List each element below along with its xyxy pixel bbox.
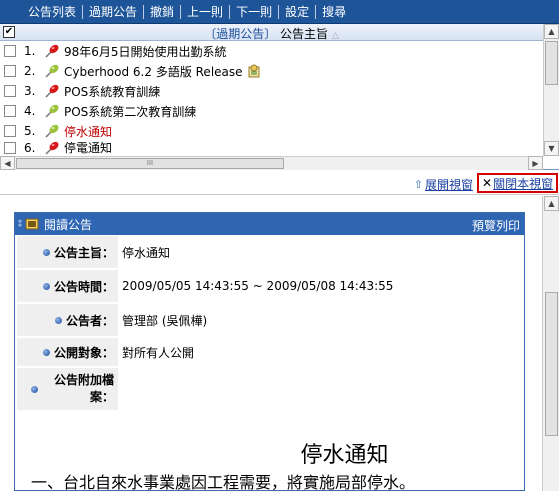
detail-vertical-scrollbar[interactable]: ▲ — [542, 196, 559, 491]
menu-separator — [82, 4, 84, 19]
row-title[interactable]: 停電通知 — [64, 139, 112, 156]
red-pin-icon — [45, 44, 59, 58]
bullet-icon — [42, 248, 50, 256]
subject-value: 停水通知 — [118, 236, 522, 268]
audience-label: 公開對象： — [17, 338, 118, 366]
menu-announcement-list[interactable]: 公告列表 — [24, 0, 80, 24]
row-title[interactable]: POS系統第二次教育訓練 — [64, 103, 196, 120]
list-header-title[interactable]: 〔過期公告〕 公告主旨 △ — [0, 25, 543, 42]
subject-label: 公告主旨： — [17, 236, 118, 268]
time-value: 2009/05/05 14:43:55 ~ 2009/05/08 14:43:5… — [118, 270, 522, 302]
audience-value: 對所有人公開 — [118, 338, 522, 366]
sort-icon[interactable]: △ — [332, 31, 339, 41]
scroll-left-arrow-icon[interactable]: ◀ — [0, 156, 15, 170]
list-vertical-scrollbar[interactable]: ▲ ▼ — [543, 24, 559, 156]
read-announcement-panel: ⁑ 閱讀公告 預覽列印 公告主旨： 停水通知 公告時間： 2009/05/05 … — [14, 212, 525, 491]
publisher-label: 公告者： — [17, 304, 118, 336]
green-pin-icon — [45, 124, 59, 138]
scroll-thumb[interactable] — [545, 292, 558, 436]
menu-settings[interactable]: 設定 — [281, 0, 313, 24]
close-window-link[interactable]: 關閉本視窗 — [493, 175, 553, 192]
menu-separator — [315, 4, 317, 19]
info-row-subject: 公告主旨： 停水通知 — [17, 236, 522, 270]
top-menu-bar: 公告列表 過期公告 撤銷 上一則 下一則 設定 搜尋 — [0, 0, 559, 24]
bullet-icon — [31, 385, 38, 393]
row-number: 5. — [24, 124, 36, 138]
list-header: ✔ 〔過期公告〕 公告主旨 △ — [0, 24, 543, 41]
scroll-right-arrow-icon[interactable]: ▶ — [528, 156, 543, 170]
content-paragraph: 一、台北自來水事業處因工程需要，將實施局部停水。 — [31, 473, 416, 491]
list-item[interactable]: 1. 98年6月5日開始使用出勤系統 — [0, 41, 543, 61]
green-pin-icon — [45, 64, 59, 78]
row-number: 2. — [24, 64, 36, 78]
menu-separator — [229, 4, 231, 19]
attachment-value — [118, 368, 522, 410]
scroll-up-arrow-icon[interactable]: ▲ — [544, 24, 559, 39]
print-preview-link[interactable]: 預覽列印 — [472, 217, 520, 234]
content-title: 停水通知 — [300, 443, 389, 468]
scroll-thumb[interactable] — [545, 41, 558, 85]
close-window-control[interactable]: ✕ 關閉本視窗 — [477, 173, 558, 193]
attachment-icon — [248, 64, 260, 78]
row-checkbox[interactable] — [4, 45, 16, 57]
menu-separator — [143, 4, 145, 19]
menu-separator — [180, 4, 182, 19]
info-row-publisher: 公告者： 管理部 (吳佩樺) — [17, 304, 522, 338]
row-title[interactable]: 98年6月5日開始使用出勤系統 — [64, 43, 227, 60]
announcement-detail-pane: ⁑ 閱讀公告 預覽列印 公告主旨： 停水通知 公告時間： 2009/05/05 … — [0, 196, 559, 491]
document-icon — [25, 218, 39, 230]
row-number: 3. — [24, 84, 36, 98]
announcement-list-pane: ✔ 〔過期公告〕 公告主旨 △ 1. 98年6月5日開始使用出勤系統 2. Cy… — [0, 24, 559, 170]
header-category: 〔過期公告〕 — [204, 27, 277, 41]
list-item[interactable]: 5. 停水通知 — [0, 121, 543, 141]
red-pin-icon — [45, 84, 59, 98]
row-number: 1. — [24, 44, 36, 58]
info-row-attachment: 公告附加檔案： — [17, 368, 522, 412]
expand-window-link[interactable]: 展開視窗 — [425, 176, 473, 193]
time-label: 公告時間： — [17, 270, 118, 302]
menu-next[interactable]: 下一則 — [232, 0, 276, 24]
list-item[interactable]: 2. Cyberhood 6.2 多語版 Release — [0, 61, 543, 81]
menu-revoke[interactable]: 撤銷 — [146, 0, 178, 24]
scroll-down-arrow-icon[interactable]: ▼ — [544, 141, 559, 156]
info-row-time: 公告時間： 2009/05/05 14:43:55 ~ 2009/05/08 1… — [17, 270, 522, 304]
announcement-info-table: 公告主旨： 停水通知 公告時間： 2009/05/05 14:43:55 ~ 2… — [17, 236, 522, 412]
row-checkbox[interactable] — [4, 141, 16, 154]
row-number: 6. — [24, 140, 36, 155]
row-title-selected[interactable]: 停水通知 — [64, 123, 112, 140]
panel-title: 閱讀公告 — [44, 217, 93, 232]
row-checkbox[interactable] — [4, 125, 16, 137]
row-checkbox[interactable] — [4, 65, 16, 77]
close-icon: ✕ — [482, 176, 493, 190]
list-horizontal-scrollbar[interactable]: ◀ III ▶ — [0, 156, 543, 170]
row-number: 4. — [24, 104, 36, 118]
menu-search[interactable]: 搜尋 — [318, 0, 350, 24]
info-row-audience: 公開對象： 對所有人公開 — [17, 338, 522, 368]
green-pin-icon — [45, 104, 59, 118]
red-pin-icon — [45, 141, 59, 155]
bullet-icon — [54, 316, 62, 324]
bullet-icon — [42, 282, 50, 290]
row-title[interactable]: Cyberhood 6.2 多語版 Release — [64, 63, 243, 80]
attachment-label: 公告附加檔案： — [17, 368, 118, 410]
drag-handle-icon[interactable]: ⁑ — [18, 220, 22, 229]
menu-previous[interactable]: 上一則 — [183, 0, 227, 24]
row-checkbox[interactable] — [4, 105, 16, 117]
expand-arrow-icon: ⇧ — [413, 178, 423, 191]
hscroll-thumb[interactable]: III — [16, 158, 284, 169]
panel-header: ⁑ 閱讀公告 預覽列印 — [15, 213, 524, 235]
row-checkbox[interactable] — [4, 85, 16, 97]
row-title[interactable]: POS系統教育訓練 — [64, 83, 160, 100]
expand-window-control[interactable]: ⇧ 展開視窗 — [414, 176, 473, 193]
list-item[interactable]: 3. POS系統教育訓練 — [0, 81, 543, 101]
bullet-icon — [42, 348, 50, 356]
list-item[interactable]: 6. 停電通知 — [0, 139, 543, 156]
menu-separator — [278, 4, 280, 19]
header-subject-column: 公告主旨 — [280, 27, 329, 41]
publisher-value: 管理部 (吳佩樺) — [118, 304, 522, 336]
list-item[interactable]: 4. POS系統第二次教育訓練 — [0, 101, 543, 121]
menu-expired-announcements[interactable]: 過期公告 — [85, 0, 141, 24]
window-toolbar: ⇧ 展開視窗 ✕ 關閉本視窗 — [0, 171, 559, 195]
scroll-up-arrow-icon[interactable]: ▲ — [544, 196, 559, 211]
